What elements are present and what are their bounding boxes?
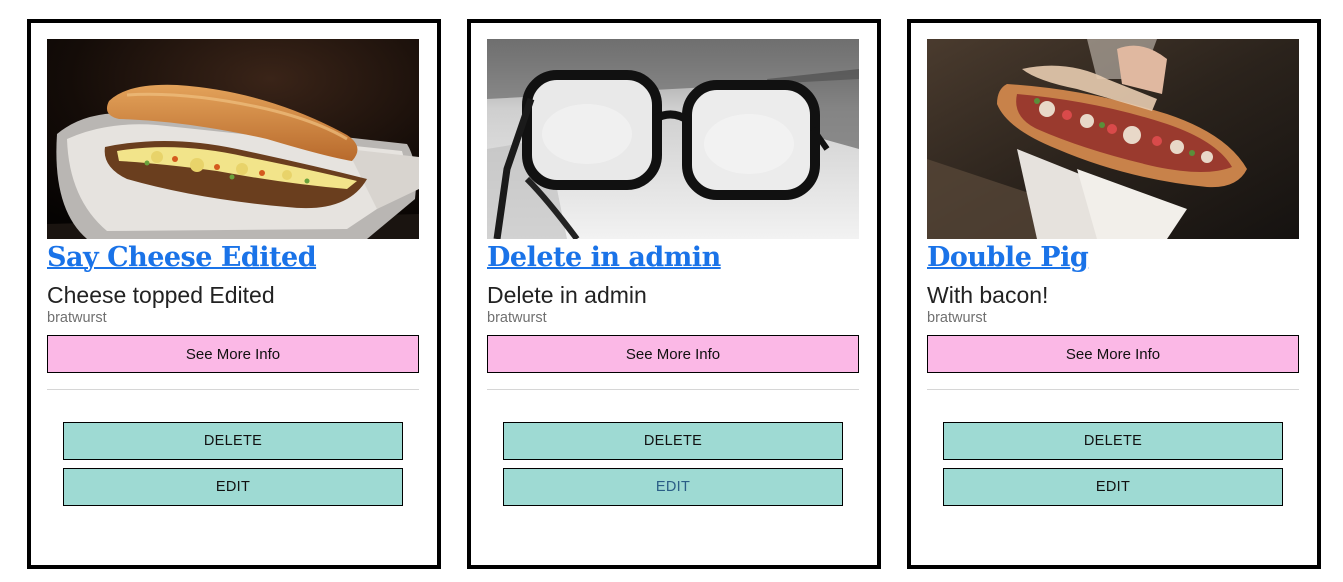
- product-card: Delete in admin Delete in admin bratwurs…: [467, 19, 881, 569]
- see-more-info-button[interactable]: See More Info: [927, 335, 1299, 373]
- card-category: bratwurst: [927, 310, 987, 326]
- edit-button[interactable]: EDIT: [503, 468, 843, 506]
- hotdog-photo: [927, 39, 1299, 239]
- sandwich-photo: [47, 39, 419, 239]
- card-description: Cheese topped Edited: [47, 282, 275, 308]
- card-category: bratwurst: [47, 310, 107, 326]
- eyeglasses-photo: [487, 39, 859, 239]
- see-more-info-button[interactable]: See More Info: [47, 335, 419, 373]
- delete-button[interactable]: DELETE: [63, 422, 403, 460]
- card-description: With bacon!: [927, 282, 1049, 308]
- delete-button[interactable]: DELETE: [503, 422, 843, 460]
- divider: [927, 389, 1299, 390]
- divider: [487, 389, 859, 390]
- edit-button[interactable]: EDIT: [63, 468, 403, 506]
- card-category: bratwurst: [487, 310, 547, 326]
- card-description: Delete in admin: [487, 282, 647, 308]
- card-title-link[interactable]: Delete in admin: [487, 241, 859, 275]
- delete-button[interactable]: DELETE: [943, 422, 1283, 460]
- divider: [47, 389, 419, 390]
- see-more-info-button[interactable]: See More Info: [487, 335, 859, 373]
- card-title-link[interactable]: Say Cheese Edited: [47, 241, 419, 275]
- edit-button[interactable]: EDIT: [943, 468, 1283, 506]
- product-card: Double Pig With bacon! bratwurst See Mor…: [907, 19, 1321, 569]
- card-title-link[interactable]: Double Pig: [927, 241, 1299, 275]
- product-card: Say Cheese Edited Cheese topped Edited b…: [27, 19, 441, 569]
